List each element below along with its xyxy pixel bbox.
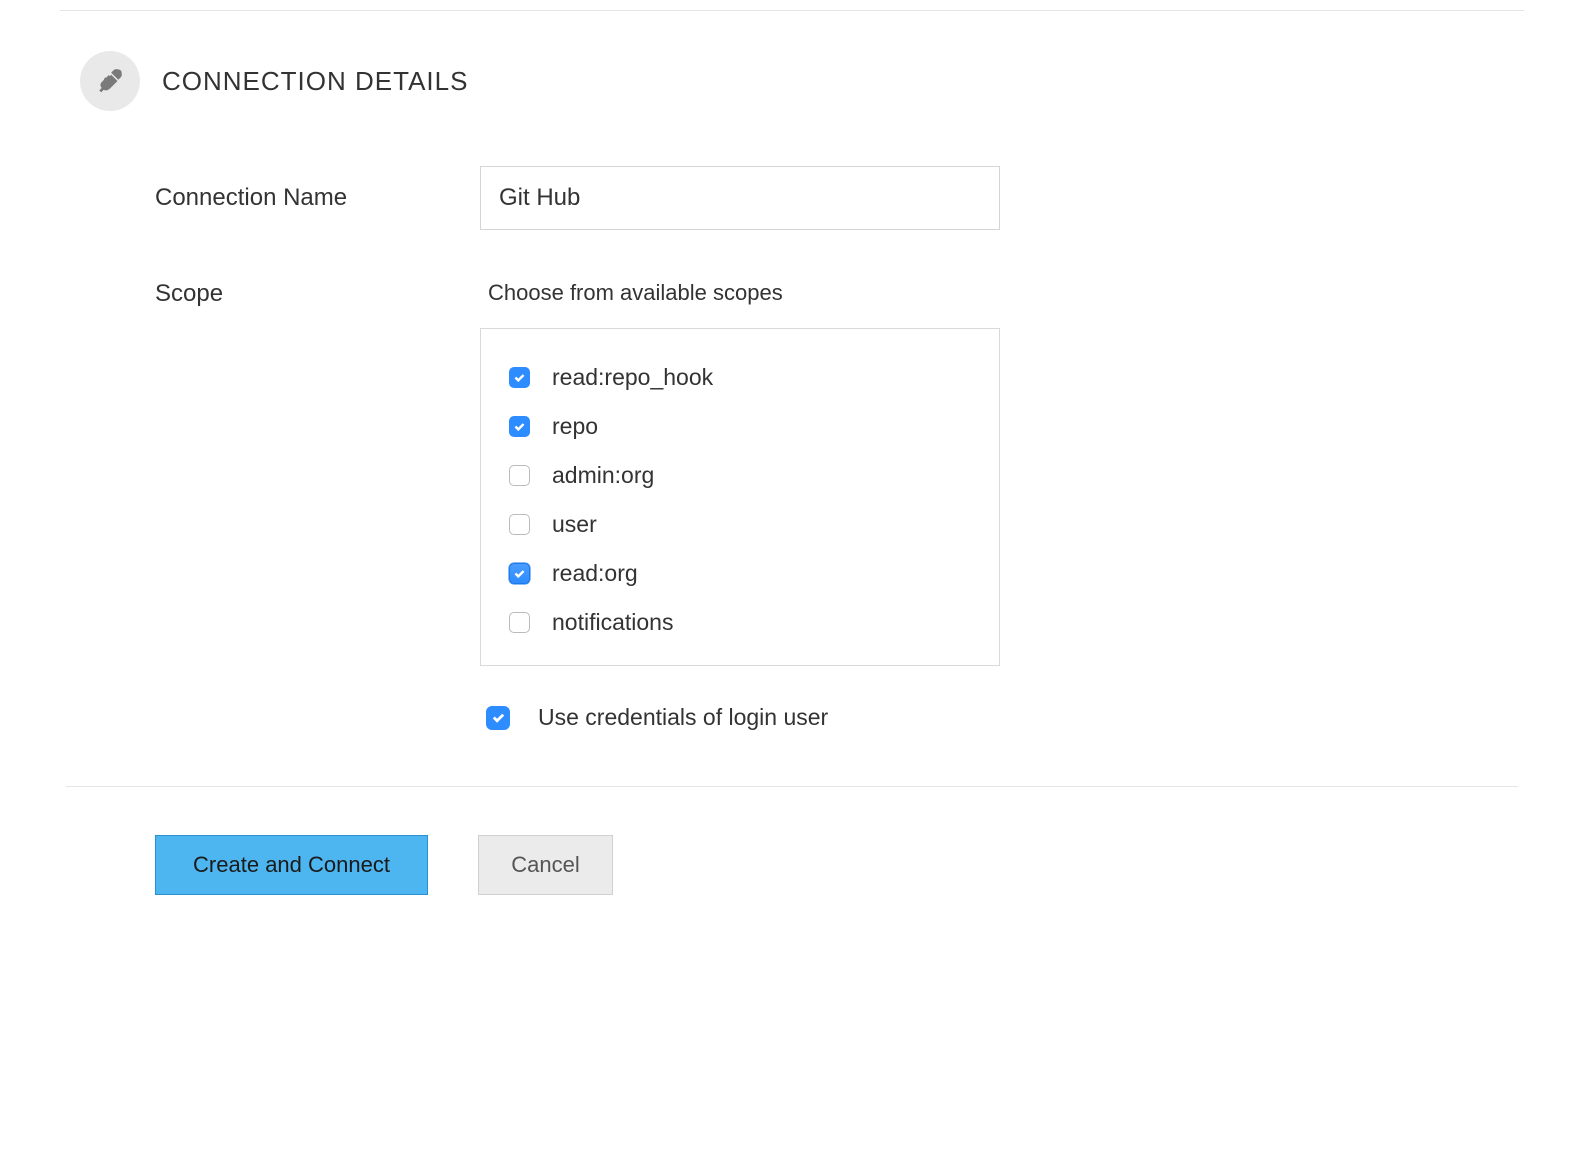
section-title: CONNECTION DETAILS [162,66,468,97]
scope-label-text: notifications [552,609,673,636]
scope-label-text: read:repo_hook [552,364,713,391]
section-header: CONNECTION DETAILS [80,51,1524,111]
button-row: Create and Connect Cancel [155,835,1524,895]
scope-label-text: repo [552,413,598,440]
create-connect-button[interactable]: Create and Connect [155,835,428,895]
scope-hint-text: Choose from available scopes [488,280,1000,306]
bottom-divider [66,786,1518,787]
scope-item-repo: repo [509,402,971,451]
scope-label-text: read:org [552,560,638,587]
plug-icon [80,51,140,111]
scope-checkbox-repo[interactable] [509,416,530,437]
connection-name-input[interactable] [480,166,1000,230]
scope-checkbox-read-org[interactable] [509,563,530,584]
scope-item-read-org: read:org [509,549,971,598]
scope-label: Scope [155,280,480,308]
use-credentials-row: Use credentials of login user [486,704,1000,731]
scope-item-user: user [509,500,971,549]
scope-checkbox-read-repo-hook[interactable] [509,367,530,388]
scope-item-read-repo-hook: read:repo_hook [509,353,971,402]
scope-checkbox-notifications[interactable] [509,612,530,633]
scope-label-text: admin:org [552,462,654,489]
connection-name-label: Connection Name [155,184,480,212]
scope-item-notifications: notifications [509,598,971,647]
scope-list: read:repo_hook repo admin:org user [480,328,1000,666]
scope-item-admin-org: admin:org [509,451,971,500]
scope-checkbox-admin-org[interactable] [509,465,530,486]
use-credentials-label: Use credentials of login user [538,704,828,731]
cancel-button[interactable]: Cancel [478,835,613,895]
scope-row: Scope Choose from available scopes read:… [155,280,1524,731]
scope-checkbox-user[interactable] [509,514,530,535]
use-credentials-checkbox[interactable] [486,706,510,730]
scope-label-text: user [552,511,597,538]
connection-name-row: Connection Name [155,166,1524,230]
connection-details-panel: CONNECTION DETAILS Connection Name Scope… [0,11,1584,955]
